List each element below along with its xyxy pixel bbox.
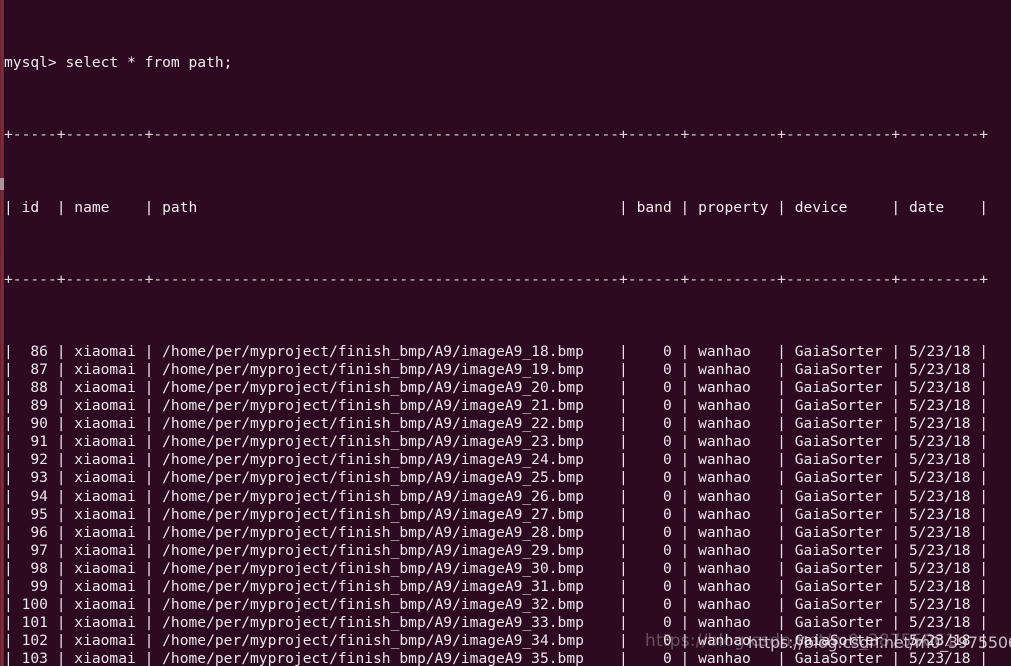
table-row: | 98 | xiaomai | /home/per/myproject/fin… xyxy=(4,559,989,577)
table-header-row: | id | name | path | band | property | d… xyxy=(4,198,989,216)
table-row: | 90 | xiaomai | /home/per/myproject/fin… xyxy=(4,415,989,433)
table-row: | 95 | xiaomai | /home/per/myproject/fin… xyxy=(4,505,989,523)
mysql-prompt-line: mysql> select * from path; xyxy=(4,54,233,72)
table-row: | 89 | xiaomai | /home/per/myproject/fin… xyxy=(4,397,989,415)
table-row: | 97 | xiaomai | /home/per/myproject/fin… xyxy=(4,541,989,559)
table-body: | 86 | xiaomai | /home/per/myproject/fin… xyxy=(4,343,1011,666)
table-row: | 101 | xiaomai | /home/per/myproject/fi… xyxy=(4,613,989,631)
table-row: | 87 | xiaomai | /home/per/myproject/fin… xyxy=(4,361,989,379)
table-row: | 92 | xiaomai | /home/per/myproject/fin… xyxy=(4,451,989,469)
table-row: | 94 | xiaomai | /home/per/myproject/fin… xyxy=(4,487,989,505)
table-row: | 96 | xiaomai | /home/per/myproject/fin… xyxy=(4,523,989,541)
table-row: | 103 | xiaomai | /home/per/myproject/fi… xyxy=(4,649,989,666)
table-row: | 91 | xiaomai | /home/per/myproject/fin… xyxy=(4,433,989,451)
terminal-window[interactable]: mysql> select * from path; +-----+------… xyxy=(0,0,1011,666)
terminal-console-output[interactable]: mysql> select * from path; +-----+------… xyxy=(4,0,1011,666)
table-header-border: +-----+---------+-----------------------… xyxy=(4,270,989,288)
table-row: | 102 | xiaomai | /home/per/myproject/fi… xyxy=(4,631,989,649)
table-row: | 88 | xiaomai | /home/per/myproject/fin… xyxy=(4,379,989,397)
table-row: | 86 | xiaomai | /home/per/myproject/fin… xyxy=(4,343,989,361)
table-row: | 99 | xiaomai | /home/per/myproject/fin… xyxy=(4,577,989,595)
table-top-border: +-----+---------+-----------------------… xyxy=(4,126,989,144)
table-row: | 93 | xiaomai | /home/per/myproject/fin… xyxy=(4,469,989,487)
table-row: | 100 | xiaomai | /home/per/myproject/fi… xyxy=(4,595,989,613)
